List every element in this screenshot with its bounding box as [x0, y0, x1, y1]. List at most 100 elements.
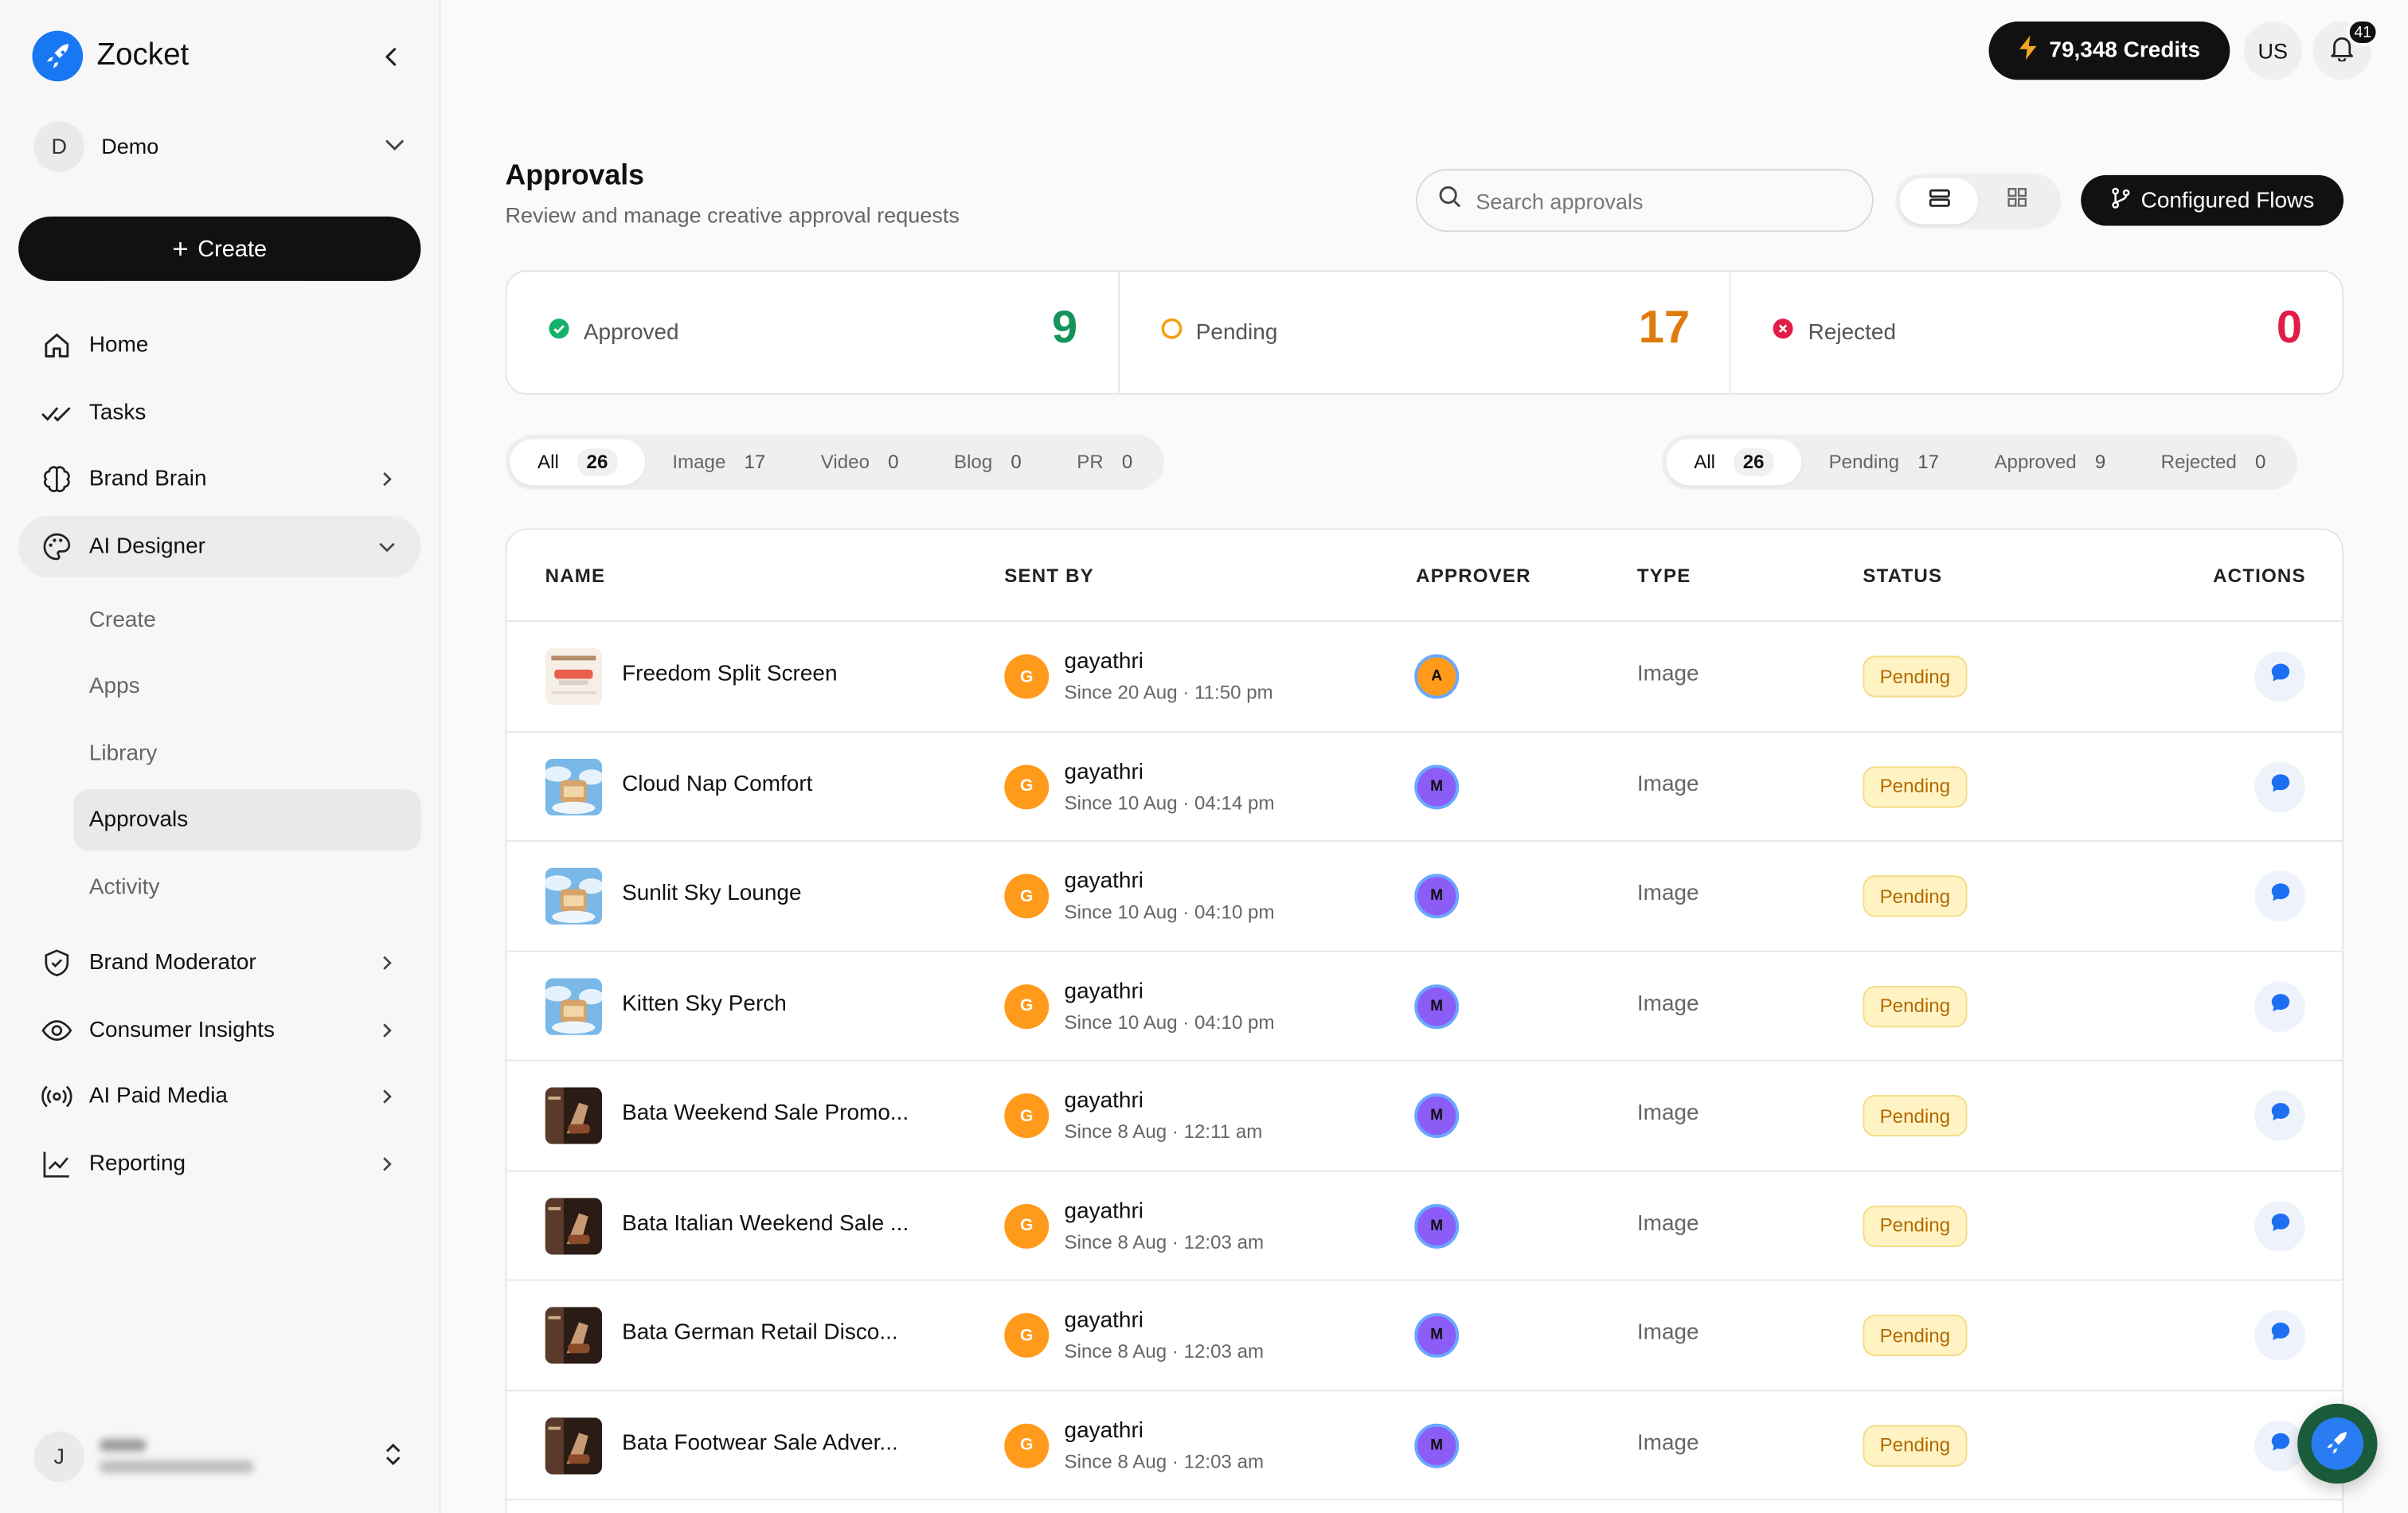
user-menu[interactable]: J: [33, 1429, 414, 1484]
approver-avatar[interactable]: A: [1414, 654, 1460, 699]
comment-button[interactable]: [2254, 651, 2305, 702]
creative-name[interactable]: Bata German Retail Disco...: [622, 1321, 898, 1346]
shield-icon: [40, 946, 73, 979]
search-input[interactable]: [1476, 188, 1845, 213]
comment-button[interactable]: [2254, 1090, 2305, 1141]
workspace-avatar: D: [33, 120, 85, 172]
table-row[interactable]: Sunlit Sky Lounge Ggayathri Since 10 Aug ·…: [506, 842, 2343, 952]
status-filter-rejected[interactable]: Rejected 0: [2133, 440, 2293, 486]
approver-avatar[interactable]: M: [1414, 764, 1460, 809]
status-filter-approved[interactable]: Approved 9: [1967, 440, 2133, 486]
approver-avatar[interactable]: M: [1414, 1093, 1460, 1139]
creative-name[interactable]: Bata Footwear Sale Adver...: [622, 1430, 898, 1455]
creative-thumbnail[interactable]: [545, 1307, 603, 1364]
sidebar-subitem-approvals[interactable]: Approvals: [73, 789, 421, 851]
creative-name[interactable]: Freedom Split Screen: [622, 662, 837, 686]
comment-button[interactable]: [2254, 760, 2305, 812]
type-filter-video[interactable]: Video 0: [793, 440, 926, 486]
sidebar-item-tasks[interactable]: Tasks: [18, 382, 420, 444]
creative-name[interactable]: Kitten Sky Perch: [622, 991, 787, 1016]
sender-avatar: G: [1004, 764, 1050, 809]
creative-name[interactable]: Cloud Nap Comfort: [622, 772, 812, 796]
table-row[interactable]: Freedom Split Screen Ggayathri Since 20 Au…: [506, 622, 2343, 732]
comment-button[interactable]: [2254, 870, 2305, 922]
chat-bubble-icon: [2269, 1211, 2291, 1241]
credits-button[interactable]: 79,348 Credits: [1988, 22, 2230, 80]
collapse-sidebar-icon[interactable]: [377, 43, 405, 71]
creative-thumbnail[interactable]: [545, 977, 603, 1034]
status-badge: Pending: [1863, 1204, 1968, 1247]
column-header-approver[interactable]: APPROVER: [1416, 565, 1531, 587]
approver-avatar[interactable]: M: [1414, 1422, 1460, 1468]
sidebar-item-ai-designer[interactable]: AI Designer: [18, 516, 421, 578]
sidebar-subitem-create[interactable]: Create: [74, 590, 421, 651]
x-circle-icon: [1773, 318, 1794, 347]
type-filter-blog[interactable]: Blog 0: [926, 440, 1049, 486]
notification-count-badge: 41: [2346, 18, 2379, 46]
sidebar-item-brand-moderator[interactable]: Brand Moderator: [18, 932, 420, 994]
configured-flows-button[interactable]: Configured Flows: [2081, 174, 2344, 226]
creative-thumbnail[interactable]: [545, 1197, 603, 1254]
table-row[interactable]: Bata German Retail Disco... Ggayathri Sinc…: [506, 1280, 2343, 1391]
column-header-status[interactable]: STATUS: [1863, 565, 1942, 587]
creative-thumbnail[interactable]: [545, 647, 603, 706]
summary-approved[interactable]: Approved 9: [506, 272, 1120, 393]
type-filter-all[interactable]: All 26: [510, 439, 645, 486]
sidebar-subitem-library[interactable]: Library: [74, 723, 421, 784]
sidebar-item-reporting[interactable]: Reporting: [18, 1133, 420, 1194]
approver-avatar[interactable]: M: [1414, 874, 1460, 919]
creative-type: Image: [1636, 772, 1699, 796]
locale-button[interactable]: US: [2243, 22, 2302, 80]
chip-label: All: [1694, 452, 1716, 474]
table-row[interactable]: Bata Weekend Sale Promo... Ggayathri Since…: [506, 1061, 2343, 1171]
status-filter-all[interactable]: All 26: [1666, 439, 1801, 486]
status-filter-pending[interactable]: Pending 17: [1801, 440, 1967, 486]
grid-view-button[interactable]: [1978, 178, 2056, 225]
workspace-switcher[interactable]: D Demo: [33, 119, 414, 172]
list-view-button[interactable]: [1899, 178, 1979, 225]
sender-avatar: G: [1004, 874, 1050, 919]
creative-name[interactable]: Bata Weekend Sale Promo...: [622, 1101, 909, 1126]
brand[interactable]: Zocket: [32, 30, 190, 82]
sender-avatar: G: [1004, 983, 1050, 1029]
comment-button[interactable]: [2254, 980, 2305, 1032]
approver-avatar[interactable]: M: [1414, 1203, 1460, 1248]
table-row[interactable]: Kitten Sky Perch Ggayathri Since 10 Aug · …: [506, 952, 2343, 1061]
creative-thumbnail[interactable]: [545, 867, 603, 925]
creative-thumbnail[interactable]: [545, 1417, 603, 1474]
type-filter-pr[interactable]: PR 0: [1050, 440, 1160, 486]
sent-date: Since 10 Aug · 04:10 pm: [1064, 901, 1275, 924]
sidebar-item-consumer-insights[interactable]: Consumer Insights: [18, 1000, 420, 1061]
comment-button[interactable]: [2254, 1200, 2305, 1251]
chip-label: Pending: [1828, 452, 1900, 474]
creative-name[interactable]: Bata Italian Weekend Sale ...: [622, 1211, 909, 1236]
sidebar-item-home[interactable]: Home: [18, 315, 420, 376]
create-button[interactable]: + Create: [18, 216, 421, 281]
sidebar-subitem-activity[interactable]: Activity: [74, 857, 421, 918]
column-header-sent-by[interactable]: SENT BY: [1004, 565, 1094, 587]
rocket-logo-icon: [32, 30, 84, 82]
search-box[interactable]: [1416, 169, 1874, 233]
assistant-fab-button[interactable]: [2297, 1403, 2378, 1484]
column-header-type[interactable]: TYPE: [1637, 565, 1691, 587]
approver-avatar[interactable]: M: [1414, 1312, 1460, 1358]
sidebar-item-brand-brain[interactable]: Brand Brain: [18, 448, 420, 510]
list-view-icon: [1928, 187, 1949, 215]
table-row[interactable]: Bata Italian Weekend Sale ... Ggayathri Si…: [506, 1171, 2343, 1281]
creative-thumbnail[interactable]: [545, 1087, 603, 1144]
table-row[interactable]: Bata Footwear Sale Adver... Ggayathri Sinc…: [506, 1390, 2343, 1501]
summary-rejected[interactable]: Rejected 0: [1731, 272, 2342, 393]
column-header-name[interactable]: NAME: [545, 565, 606, 587]
creative-thumbnail[interactable]: [545, 757, 603, 815]
table-row[interactable]: Cloud Nap Comfort Ggayathri Since 10 Aug ·…: [506, 732, 2343, 842]
chip-count: 0: [1010, 452, 1022, 474]
comment-button[interactable]: [2254, 1310, 2305, 1361]
creative-name[interactable]: Sunlit Sky Lounge: [622, 882, 801, 906]
sidebar-subitem-apps[interactable]: Apps: [74, 656, 421, 717]
summary-pending[interactable]: Pending 17: [1119, 272, 1732, 393]
approver-avatar[interactable]: M: [1414, 983, 1460, 1029]
chat-bubble-icon: [2269, 1430, 2291, 1460]
sidebar-item-ai-paid-media[interactable]: AI Paid Media: [18, 1065, 420, 1127]
user-avatar: J: [33, 1430, 85, 1482]
type-filter-image[interactable]: Image 17: [645, 440, 793, 486]
